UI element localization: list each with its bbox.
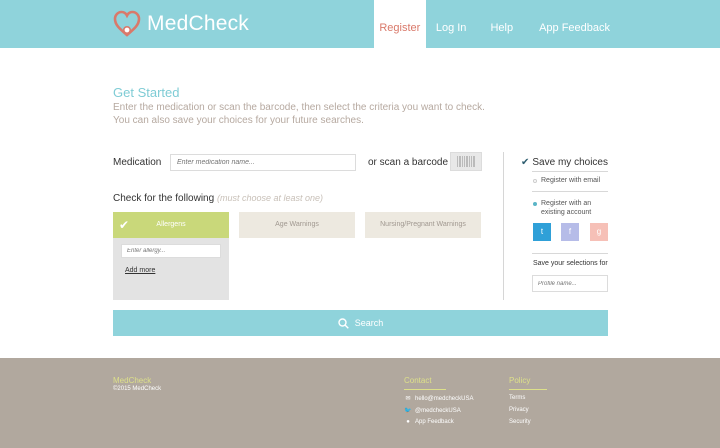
footer-contact-heading: Contact xyxy=(404,376,432,385)
main-nav: Register Log In Help App Feedback xyxy=(373,0,620,48)
page-title: Get Started xyxy=(113,85,180,100)
google-plus-button[interactable]: g xyxy=(590,223,608,241)
nav-login[interactable]: Log In xyxy=(426,0,483,48)
criteria-hint: (must choose at least one) xyxy=(216,193,324,203)
criteria-title-text: Check for the following xyxy=(113,193,215,204)
register-existing-line-1: Register with an xyxy=(541,200,592,207)
allergens-toggle[interactable]: ✔ Allergens xyxy=(113,212,229,238)
footer-email-link[interactable]: ✉ hello@medcheckUSA xyxy=(404,395,474,403)
age-warnings-toggle[interactable]: Age Warnings xyxy=(239,212,355,238)
footer-feedback-text: App Feedback xyxy=(415,419,454,425)
speech-bubble-icon: ● xyxy=(406,419,410,425)
criteria-title: Check for the following (must choose at … xyxy=(113,193,323,204)
check-icon: ✔ xyxy=(119,218,130,232)
search-label: Search xyxy=(354,318,384,328)
search-icon xyxy=(338,317,349,329)
footer-email-text: hello@medcheckUSA xyxy=(415,395,474,402)
footer-policy-heading: Policy xyxy=(509,376,531,385)
footer-privacy-link[interactable]: Privacy xyxy=(509,407,529,413)
footer-twitter-text: @medcheckUSA xyxy=(415,407,461,414)
twitter-icon: t xyxy=(540,227,544,236)
twitter-button[interactable]: t xyxy=(533,223,551,241)
add-more-link[interactable]: Add more xyxy=(125,267,155,274)
intro-line-1: Enter the medication or scan the barcode… xyxy=(113,102,485,113)
twitter-bird-icon: 🐦 xyxy=(404,408,412,414)
intro-line-2: You can also save your choices for your … xyxy=(113,115,364,126)
facebook-button[interactable]: f xyxy=(561,223,579,241)
barcode-icon xyxy=(457,156,475,167)
save-divider xyxy=(532,253,608,254)
nav-app-feedback[interactable]: App Feedback xyxy=(529,0,620,48)
register-existing-line-2: existing account xyxy=(541,209,592,216)
google-plus-icon: g xyxy=(596,227,602,236)
footer-security-link[interactable]: Security xyxy=(509,419,531,425)
footer-contact-rule xyxy=(404,389,446,390)
footer-brand: MedCheck xyxy=(113,376,152,385)
scan-barcode-label: or scan a barcode xyxy=(368,157,449,168)
allergens-label: Allergens xyxy=(156,221,186,228)
intro-text: Enter the medication or scan the barcode… xyxy=(113,101,493,127)
medication-input[interactable] xyxy=(170,154,356,171)
radio-selected-icon xyxy=(533,202,537,206)
allergy-input[interactable] xyxy=(121,244,221,258)
checkmark-icon: ✔ xyxy=(521,157,530,168)
footer-policy-rule xyxy=(509,389,547,390)
nav-register[interactable]: Register xyxy=(373,0,426,48)
nursing-pregnant-label: Nursing/Pregnant Warnings xyxy=(380,221,466,228)
facebook-icon: f xyxy=(568,227,572,236)
save-choices-title[interactable]: ✔ Save my choices xyxy=(521,157,608,168)
save-selections-label: Save your selections for xyxy=(533,260,608,267)
scan-barcode-button[interactable] xyxy=(450,152,482,171)
save-choices-label: Save my choices xyxy=(532,157,608,168)
save-divider xyxy=(532,191,608,192)
radio-unselected-icon xyxy=(533,179,537,183)
register-existing-label: Register with an existing account xyxy=(541,199,591,217)
brand-name: MedCheck xyxy=(147,12,249,35)
header-bar: MedCheck Register Log In Help App Feedba… xyxy=(0,0,720,48)
vertical-divider xyxy=(503,152,504,300)
footer-twitter-link[interactable]: 🐦 @medcheckUSA xyxy=(404,407,461,415)
register-email-option[interactable]: Register with email xyxy=(533,176,600,185)
envelope-icon: ✉ xyxy=(405,396,411,402)
medcheck-logo-icon xyxy=(113,10,141,37)
footer-terms-link[interactable]: Terms xyxy=(509,395,525,401)
footer-copyright: ©2015 MedCheck xyxy=(113,386,162,392)
logo[interactable]: MedCheck xyxy=(112,9,249,39)
save-divider xyxy=(532,171,608,172)
age-warnings-label: Age Warnings xyxy=(275,221,319,228)
footer: MedCheck ©2015 MedCheck Contact ✉ hello@m… xyxy=(0,358,720,448)
register-existing-option[interactable]: Register with an existing account xyxy=(533,199,591,217)
nursing-pregnant-toggle[interactable]: Nursing/Pregnant Warnings xyxy=(365,212,481,238)
footer-feedback-link[interactable]: ● App Feedback xyxy=(404,419,454,425)
profile-name-input[interactable] xyxy=(532,275,608,292)
nav-help[interactable]: Help xyxy=(482,0,529,48)
search-button[interactable]: Search xyxy=(113,310,608,336)
medication-label: Medication xyxy=(113,157,162,168)
allergy-panel: Add more xyxy=(113,238,229,300)
register-email-label: Register with email xyxy=(541,177,601,184)
